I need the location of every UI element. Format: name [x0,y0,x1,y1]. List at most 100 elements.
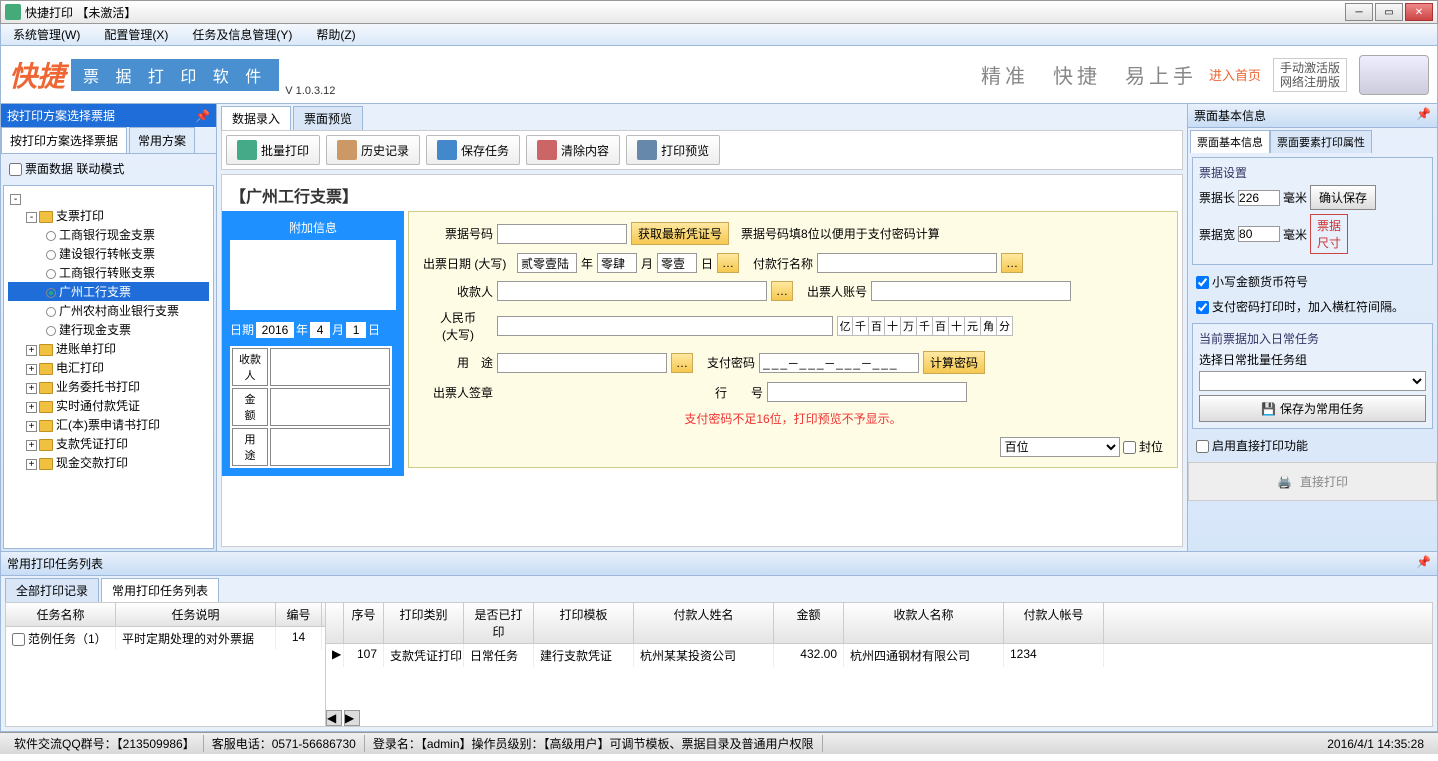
tree-item[interactable]: 建设银行转帐支票 [8,244,209,263]
rtab-element[interactable]: 票面要素打印属性 [1270,130,1372,153]
tab-preview[interactable]: 票面预览 [293,106,363,130]
tree-item[interactable]: 广州农村商业银行支票 [8,301,209,320]
brand-header: 快捷 票 据 打 印 软 件 V 1.0.3.12 精准 快捷 易上手 进入首页… [0,46,1438,104]
window-title: 快捷打印 【未激活】 [25,4,1345,21]
tree-group[interactable]: +电汇打印 [8,358,209,377]
link-mode-checkbox[interactable]: 票面数据 联动模式 [1,154,216,183]
task-right-row[interactable]: ▶ 107 支款凭证打印 日常任务 建行支款凭证 杭州某某投资公司 432.00… [326,644,1432,667]
extra-info-panel: 附加信息 日期 年 月 日 收款人 金 额 用 途 [222,211,404,476]
menu-system[interactable]: 系统管理(W) [7,24,86,45]
enter-home-link[interactable]: 进入首页 [1209,65,1261,84]
tree-group[interactable]: +业务委托书打印 [8,377,209,396]
pin-icon[interactable]: 📌 [1416,555,1431,572]
date-year-input[interactable] [256,322,294,338]
dash-separator-checkbox[interactable]: 支付密码打印时，加入横杠符间隔。 [1188,294,1437,319]
mini-payee-input[interactable] [275,357,385,377]
mini-usage-input[interactable] [275,437,385,457]
minimize-button[interactable]: ─ [1345,3,1373,21]
menu-config[interactable]: 配置管理(X) [98,24,174,45]
print-preview-button[interactable]: 打印预览 [626,135,720,165]
tl-tab-all[interactable]: 全部打印记录 [5,578,99,602]
clear-button[interactable]: 清除内容 [526,135,620,165]
sidebar-tab-scheme[interactable]: 按打印方案选择票据 [1,127,127,153]
tree-cheque[interactable]: -支票打印 [8,206,209,225]
tree-group[interactable]: +支款凭证打印 [8,434,209,453]
clear-icon [537,140,557,160]
confirm-save-button[interactable]: 确认保存 [1310,185,1376,210]
get-voucher-button[interactable]: 获取最新凭证号 [631,222,729,245]
rtab-basic[interactable]: 票面基本信息 [1190,130,1270,153]
cheque-form: 票据号码 获取最新凭证号 票据号码填8位以便用于支付密码计算 出票日期 (大写)… [408,211,1178,468]
task-left-row[interactable]: 范例任务（1） 平时定期处理的对外票据 14 [6,627,325,650]
drawer-account-input[interactable] [871,281,1071,301]
mini-amount-input[interactable] [275,397,385,417]
extra-mini-table: 收款人 金 额 用 途 [230,346,392,468]
tab-data-entry[interactable]: 数据录入 [221,106,291,130]
activate-info: 手动激活版网络注册版 [1273,58,1347,92]
date-month-input[interactable] [310,322,330,338]
menu-task[interactable]: 任务及信息管理(Y) [186,24,298,45]
tl-tab-common[interactable]: 常用打印任务列表 [101,578,219,602]
digit-position-select[interactable]: 百位 [1000,437,1120,457]
tree-item[interactable]: 工商银行现金支票 [8,225,209,244]
tasklist-title: 常用打印任务列表 [7,555,103,572]
sidebar-header: 按打印方案选择票据📌 [1,104,216,127]
tree-group[interactable]: +实时通付款凭证 [8,396,209,415]
save-icon [437,140,457,160]
issue-day-input[interactable] [657,253,697,273]
date-day-input[interactable] [346,322,366,338]
scroll-left-button[interactable]: ◀ [326,710,342,726]
printer-icon [1359,55,1429,95]
history-button[interactable]: 历史记录 [326,135,420,165]
tree-group[interactable]: +现金交款打印 [8,453,209,472]
save-as-common-task-button[interactable]: 💾保存为常用任务 [1199,395,1426,422]
issue-year-input[interactable] [517,253,577,273]
extra-notes-input[interactable] [230,240,396,310]
payee-input[interactable] [497,281,767,301]
toolbar: 批量打印 历史记录 保存任务 清除内容 打印预览 [221,130,1183,170]
calc-password-button[interactable]: 计算密码 [923,351,985,374]
usage-input[interactable] [497,353,667,373]
direct-print-checkbox[interactable]: 启用直接打印功能 [1188,433,1437,458]
pin-icon[interactable]: 📌 [195,109,210,123]
save-task-button[interactable]: 保存任务 [426,135,520,165]
task-row-checkbox[interactable] [12,633,25,646]
tree-root[interactable]: - [8,190,209,206]
password-warning: 支付密码不足16位，打印预览不予显示。 [423,410,1163,427]
rmb-words-input[interactable] [497,316,833,336]
date-helper-button[interactable]: … [717,253,739,273]
title-bar: 快捷打印 【未激活】 ─ ▭ ✕ [0,0,1438,24]
tree-item[interactable]: 工商银行转账支票 [8,263,209,282]
menu-help[interactable]: 帮助(Z) [310,24,361,45]
task-right-grid: 序号 打印类别 是否已打印 打印模板 付款人姓名 金额 收款人名称 付款人帐号 … [326,603,1432,726]
direct-print-button[interactable]: 🖨️直接打印 [1188,462,1437,501]
tree-item[interactable]: 建行现金支票 [8,320,209,339]
task-group-select[interactable] [1199,371,1426,391]
batch-print-button[interactable]: 批量打印 [226,135,320,165]
tree-group[interactable]: +汇(本)票申请书打印 [8,415,209,434]
bank-no-input[interactable] [767,382,967,402]
bill-no-input[interactable] [497,224,627,244]
seal-checkbox[interactable]: 封位 [1123,440,1163,454]
bill-length-input[interactable] [1238,190,1280,206]
close-button[interactable]: ✕ [1405,3,1433,21]
task-list-panel: 常用打印任务列表📌 全部打印记录 常用打印任务列表 任务名称 任务说明 编号 范… [0,552,1438,732]
currency-symbol-checkbox[interactable]: 小写金额货币符号 [1188,269,1437,294]
pin-icon[interactable]: 📌 [1416,107,1431,124]
center-area: 数据录入 票面预览 批量打印 历史记录 保存任务 清除内容 打印预览 【广州工行… [217,104,1187,551]
pay-bank-lookup-button[interactable]: … [1001,253,1023,273]
pay-bank-input[interactable] [817,253,997,273]
maximize-button[interactable]: ▭ [1375,3,1403,21]
bill-size-button[interactable]: 票据 尺寸 [1310,214,1348,254]
menu-bar: 系统管理(W) 配置管理(X) 任务及信息管理(Y) 帮助(Z) [0,24,1438,46]
payee-lookup-button[interactable]: … [771,281,793,301]
tree-item-selected[interactable]: 广州工行支票 [8,282,209,301]
bill-width-input[interactable] [1238,226,1280,242]
usage-lookup-button[interactable]: … [671,353,693,373]
pay-password-input[interactable] [759,353,919,373]
scroll-right-button[interactable]: ▶ [344,710,360,726]
tree-group[interactable]: +进账单打印 [8,339,209,358]
sidebar-tab-common[interactable]: 常用方案 [129,127,195,153]
status-qq: 软件交流QQ群号：【213509986】 [6,735,204,752]
issue-month-input[interactable] [597,253,637,273]
